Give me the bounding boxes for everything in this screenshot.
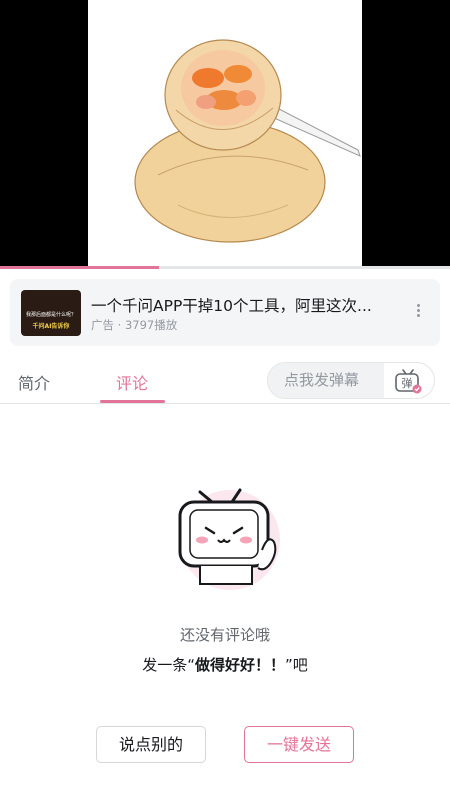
danmu-icon-label: 弹	[402, 376, 413, 390]
one-tap-send-button[interactable]: 一键发送	[244, 726, 354, 763]
more-vertical-icon[interactable]	[413, 302, 423, 324]
tv-mascot-illustration	[170, 480, 285, 595]
ad-thumbnail-caption: 我那后面都是什么呢？	[25, 312, 76, 318]
ad-title: 一个千问APP干掉10个工具，阿里这次...	[91, 297, 372, 315]
danmu-input[interactable]: 点我发弹幕	[268, 363, 384, 398]
suggestion-prefix: 发一条“	[142, 656, 195, 674]
tab-intro[interactable]: 简介	[18, 370, 50, 394]
empty-state-suggestion: 发一条“做得好好！！”吧	[0, 654, 450, 675]
ad-thumbnail-brand: 千问AI告诉你	[32, 323, 70, 330]
dumpling-illustration	[134, 39, 361, 243]
tab-active-indicator	[100, 400, 165, 403]
empty-state-message: 还没有评论哦	[179, 626, 270, 644]
danmu-toggle-icon[interactable]: 弹	[394, 368, 422, 394]
say-something-else-button[interactable]: 说点别的	[96, 726, 206, 763]
tab-bar: 简介 评论 点我发弹幕 弹	[0, 356, 450, 404]
video-player[interactable]	[0, 0, 450, 269]
video-progress-bar[interactable]	[0, 266, 450, 269]
ad-thumbnail: 我那后面都是什么呢？ 千问AI告诉你	[21, 290, 81, 336]
tab-comments[interactable]: 评论	[116, 370, 148, 394]
suggestion-suffix: ”吧	[285, 656, 308, 674]
suggestion-phrase: 做得好好！！	[194, 656, 285, 674]
ad-card[interactable]: 我那后面都是什么呢？ 千问AI告诉你 一个千问APP干掉10个工具，阿里这次..…	[10, 279, 440, 346]
ad-meta: 广告 · 3797播放	[91, 318, 178, 332]
video-frame-soup-dumplings	[88, 0, 362, 268]
video-progress-fill	[0, 266, 160, 269]
danmu-bar: 点我发弹幕 弹	[267, 362, 435, 399]
